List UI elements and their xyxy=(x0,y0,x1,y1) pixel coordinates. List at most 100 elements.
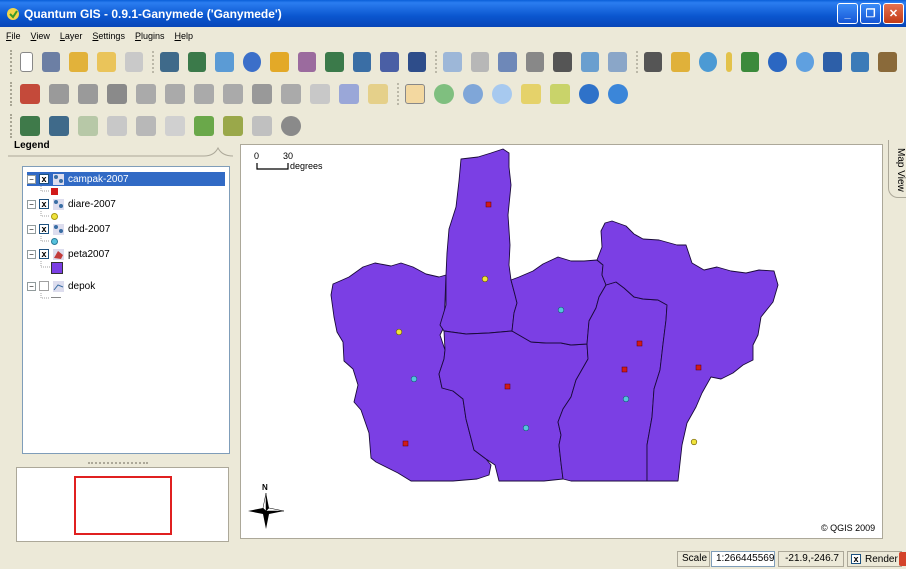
collapse-toggle[interactable]: − xyxy=(27,174,36,184)
cut-features-icon[interactable] xyxy=(310,84,330,104)
layer-visibility-checkbox[interactable] xyxy=(39,281,49,291)
capture-point-icon[interactable] xyxy=(49,84,69,104)
render-checkbox[interactable]: x xyxy=(851,554,861,564)
split-feature-icon[interactable] xyxy=(165,84,185,104)
collapse-toggle[interactable]: − xyxy=(27,281,36,291)
add-wfs-layer-icon[interactable] xyxy=(49,116,69,136)
grass-add-vector-icon[interactable] xyxy=(223,116,243,136)
copy-features-icon[interactable] xyxy=(339,84,359,104)
add-vertex-icon[interactable] xyxy=(223,84,243,104)
move-vertex-icon[interactable] xyxy=(252,84,272,104)
spit-icon[interactable] xyxy=(850,52,870,72)
menu-help[interactable]: Help xyxy=(174,31,193,41)
select-features-icon[interactable] xyxy=(470,52,490,72)
overview-extent-rectangle[interactable] xyxy=(74,476,172,535)
map-drawing[interactable]: 0 30 degrees N © QGIS 2009 xyxy=(241,145,884,540)
menu-layer[interactable]: Layer xyxy=(60,31,83,41)
zoom-to-layer-icon[interactable] xyxy=(550,84,570,104)
attribute-table-icon[interactable] xyxy=(498,52,517,72)
toggle-editing-icon[interactable] xyxy=(20,84,40,104)
stop-render-icon[interactable] xyxy=(899,552,906,566)
panel-splitter[interactable] xyxy=(88,462,148,464)
layer-visibility-checkbox[interactable]: x xyxy=(39,199,49,209)
menu-settings[interactable]: Settings xyxy=(92,31,125,41)
grass-close-mapset-icon[interactable] xyxy=(281,116,301,136)
delete-feature-icon[interactable] xyxy=(194,84,214,104)
menu-view[interactable]: View xyxy=(31,31,50,41)
grid-maker-icon[interactable] xyxy=(740,52,760,72)
new-project-icon[interactable] xyxy=(19,52,33,72)
map-canvas[interactable]: 0 30 degrees N © QGIS 2009 xyxy=(240,144,883,539)
move-feature-icon[interactable] xyxy=(136,84,156,104)
toolbar-grip[interactable] xyxy=(10,50,14,74)
measure-area-icon[interactable] xyxy=(553,52,572,72)
print-icon[interactable] xyxy=(124,52,144,72)
layer-visibility-checkbox[interactable]: x xyxy=(39,174,49,184)
show-all-layers-icon[interactable] xyxy=(352,52,372,72)
paste-features-icon[interactable] xyxy=(368,84,388,104)
add-raster-layer-icon[interactable] xyxy=(187,52,207,72)
capture-polygon-icon[interactable] xyxy=(107,84,127,104)
grass-tools-icon[interactable] xyxy=(78,116,98,136)
maximize-button[interactable]: ❐ xyxy=(860,3,881,24)
layer-visibility-checkbox[interactable]: x xyxy=(39,249,49,259)
new-vector-layer-icon[interactable] xyxy=(270,52,289,72)
menu-file[interactable]: File xyxy=(6,31,21,41)
hide-all-layers-icon[interactable] xyxy=(380,52,399,72)
legend-layer-row[interactable]: − x campak-2007 xyxy=(27,172,225,186)
grass-region-icon[interactable] xyxy=(107,116,127,136)
minimize-button[interactable]: _ xyxy=(837,3,858,24)
plugin-manager-icon[interactable] xyxy=(878,52,897,72)
legend-tree[interactable]: − x campak-2007 − x diare-2007 − x dbd-2… xyxy=(22,166,230,454)
add-all-layers-icon[interactable] xyxy=(325,52,344,72)
layer-visibility-checkbox[interactable]: x xyxy=(39,224,49,234)
scale-input[interactable]: 1:266445569 xyxy=(711,551,775,567)
refresh-icon[interactable] xyxy=(608,84,628,104)
collapse-toggle[interactable]: − xyxy=(27,224,36,234)
zoom-full-icon[interactable] xyxy=(492,84,512,104)
grass-edit-icon[interactable] xyxy=(136,116,156,136)
add-layer-plugin-icon[interactable] xyxy=(20,116,40,136)
legend-layer-row[interactable]: − x peta2007 xyxy=(27,247,110,261)
legend-layer-row[interactable]: − x diare-2007 xyxy=(27,197,116,211)
legend-layer-row[interactable]: − x dbd-2007 xyxy=(27,222,110,236)
remove-layer-icon[interactable] xyxy=(297,52,317,72)
menu-plugins[interactable]: Plugins xyxy=(135,31,165,41)
gps-icon[interactable] xyxy=(698,52,718,72)
save-project-icon[interactable] xyxy=(41,52,61,72)
add-postgis-layer-icon[interactable] xyxy=(215,52,234,72)
zoom-in-icon[interactable] xyxy=(434,84,454,104)
render-toggle[interactable]: x Render xyxy=(847,551,902,567)
georeferencer-icon[interactable] xyxy=(671,52,690,72)
zoom-to-selection-icon[interactable] xyxy=(521,84,541,104)
scale-bar-icon[interactable] xyxy=(726,52,732,72)
capture-line-icon[interactable] xyxy=(78,84,98,104)
overview-icon[interactable] xyxy=(407,52,427,72)
identify-icon[interactable] xyxy=(443,52,462,72)
zoom-out-icon[interactable] xyxy=(463,84,483,104)
delimited-text-icon[interactable] xyxy=(823,52,842,72)
add-wms-layer-icon[interactable] xyxy=(242,52,262,72)
toolbar-grip[interactable] xyxy=(10,114,14,138)
zoom-last-icon[interactable] xyxy=(579,84,599,104)
collapse-toggle[interactable]: − xyxy=(27,199,36,209)
district-polygons[interactable] xyxy=(330,148,779,482)
collapse-toggle[interactable]: − xyxy=(27,249,36,259)
copyright-label-icon[interactable] xyxy=(795,52,815,72)
legend-layer-row[interactable]: − depok xyxy=(27,279,95,293)
grass-add-raster-icon[interactable] xyxy=(194,116,214,136)
measure-line-icon[interactable] xyxy=(525,52,545,72)
grass-new-mapset-icon[interactable] xyxy=(252,116,272,136)
delete-vertex-icon[interactable] xyxy=(281,84,301,104)
toolbar-grip[interactable] xyxy=(10,82,14,106)
map-tips-icon[interactable] xyxy=(580,52,600,72)
pan-icon[interactable] xyxy=(405,84,425,104)
map-overview[interactable] xyxy=(16,467,229,542)
grass-digitize-icon[interactable] xyxy=(165,116,185,136)
north-arrow-icon[interactable] xyxy=(768,52,787,72)
new-bookmark-icon[interactable] xyxy=(608,52,627,72)
save-as-icon[interactable] xyxy=(69,52,88,72)
add-vector-layer-icon[interactable] xyxy=(160,52,179,72)
close-button[interactable]: ✕ xyxy=(883,3,904,24)
capture-icon[interactable] xyxy=(643,52,663,72)
